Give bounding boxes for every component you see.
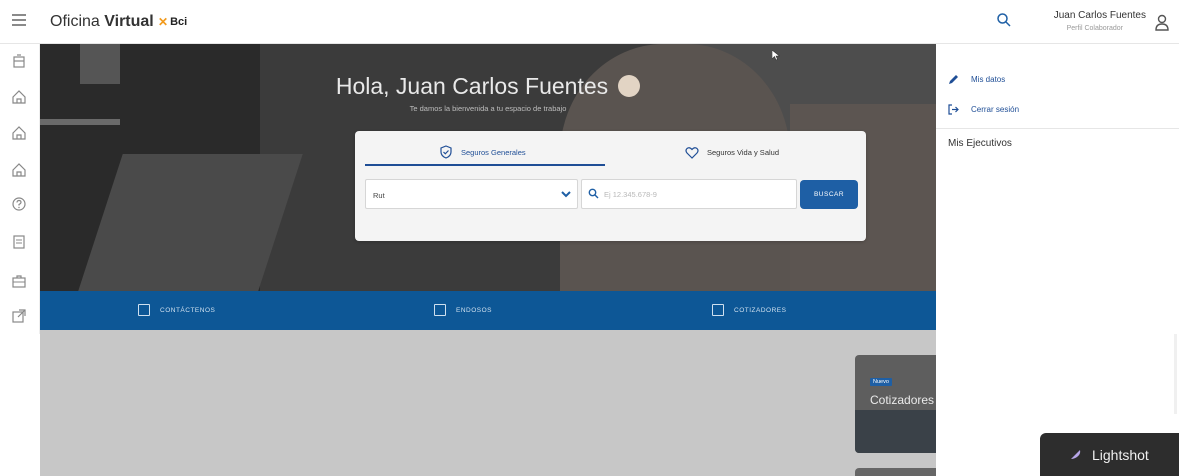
bci-logo: ✕ Bci [158,15,187,29]
cerrar-sesion-link[interactable]: Cerrar sesión [948,102,1019,116]
tab-label: Seguros Generales [461,147,526,157]
user-icon[interactable] [1154,14,1170,32]
building-icon[interactable] [11,53,27,69]
divider [936,128,1179,129]
calendar-icon [138,304,150,316]
new-badge: Nuevo [870,378,892,386]
document-icon [434,304,446,316]
mis-ejecutivos-title: Mis Ejecutivos [948,138,1012,149]
buscar-button[interactable]: BUSCAR [800,180,858,209]
tab-seguros-vida-salud[interactable]: Seguros Vida y Salud [685,141,779,163]
left-nav-rail [0,44,40,334]
quick-link-label: ENDOSOS [456,306,493,314]
feather-icon [1069,449,1081,461]
quick-link-label: CONTÁCTENOS [160,306,216,314]
rut-search-input[interactable] [581,179,797,209]
quick-access-bar: CONTÁCTENOS ENDOSOS COTIZADORES [40,291,936,330]
document-icon[interactable] [11,234,27,250]
home-icon[interactable] [11,162,27,178]
pencil-icon [949,74,958,84]
hero-subgreeting: Te damos la bienvenida a tu espacio de t… [409,104,567,113]
waving-hand-icon [618,75,641,97]
select-value: Rut [373,191,385,200]
main-content-area [40,330,936,476]
hamburger-menu-icon[interactable] [12,14,26,26]
lightshot-notification[interactable]: Lightshot [1040,433,1179,476]
user-dropdown-panel: Mis datos Cerrar sesión Mis Ejecutivos [936,44,1179,476]
top-header: Oficina Virtual ✕ Bci Juan Carlos Fuentes… [0,0,1179,44]
bci-x-icon: ✕ [158,15,169,29]
chevron-down-icon [561,191,571,198]
lightshot-label: Lightshot [1092,446,1149,463]
cotizadores-link[interactable]: COTIZADORES [712,303,786,317]
brand-light-text: Oficina [50,13,100,30]
scrollbar[interactable] [1174,334,1177,414]
greeting-text: Hola, Juan Carlos Fuentes [335,73,609,99]
promo-card[interactable] [855,468,936,476]
endosos-link[interactable]: ENDOSOS [434,303,492,317]
app-title: Oficina Virtual [50,13,154,31]
external-link-icon[interactable] [11,308,27,324]
home-icon[interactable] [11,125,27,141]
mouse-cursor-icon [772,50,780,61]
link-label: Cerrar sesión [971,104,1020,114]
tab-seguros-generales[interactable]: Seguros Generales [439,141,526,163]
search-icon[interactable] [996,12,1012,28]
user-name: Juan Carlos Fuentes [1053,10,1146,21]
search-icon [588,188,599,199]
quick-link-label: COTIZADORES [734,306,787,314]
user-role: Perfil Colaborador [1066,25,1123,32]
logout-icon [948,103,959,115]
promo-title: Cotizadores [870,393,935,407]
brand-bold-text: Virtual [104,13,154,30]
policy-search-card: Seguros Generales Seguros Vida y Salud R… [355,131,866,241]
hero-greeting: Hola, Juan Carlos Fuentes [40,73,936,100]
contactenos-link[interactable]: CONTÁCTENOS [138,303,215,317]
heart-icon [685,146,699,159]
help-icon[interactable] [11,196,27,212]
promo-image [855,410,936,453]
hero-background-shape [40,119,120,125]
cotizadores-promo-card[interactable]: Nuevo Cotizadores [855,355,936,453]
active-tab-indicator [365,164,605,166]
mis-datos-link[interactable]: Mis datos [948,72,1005,86]
shield-icon [440,145,452,159]
home-icon[interactable] [11,89,27,105]
id-type-select[interactable]: Rut [365,179,578,209]
link-label: Mis datos [971,74,1006,84]
bci-logo-text: Bci [170,16,188,28]
tab-label: Seguros Vida y Salud [707,147,779,157]
calculator-icon [712,304,724,316]
briefcase-icon[interactable] [11,273,27,289]
